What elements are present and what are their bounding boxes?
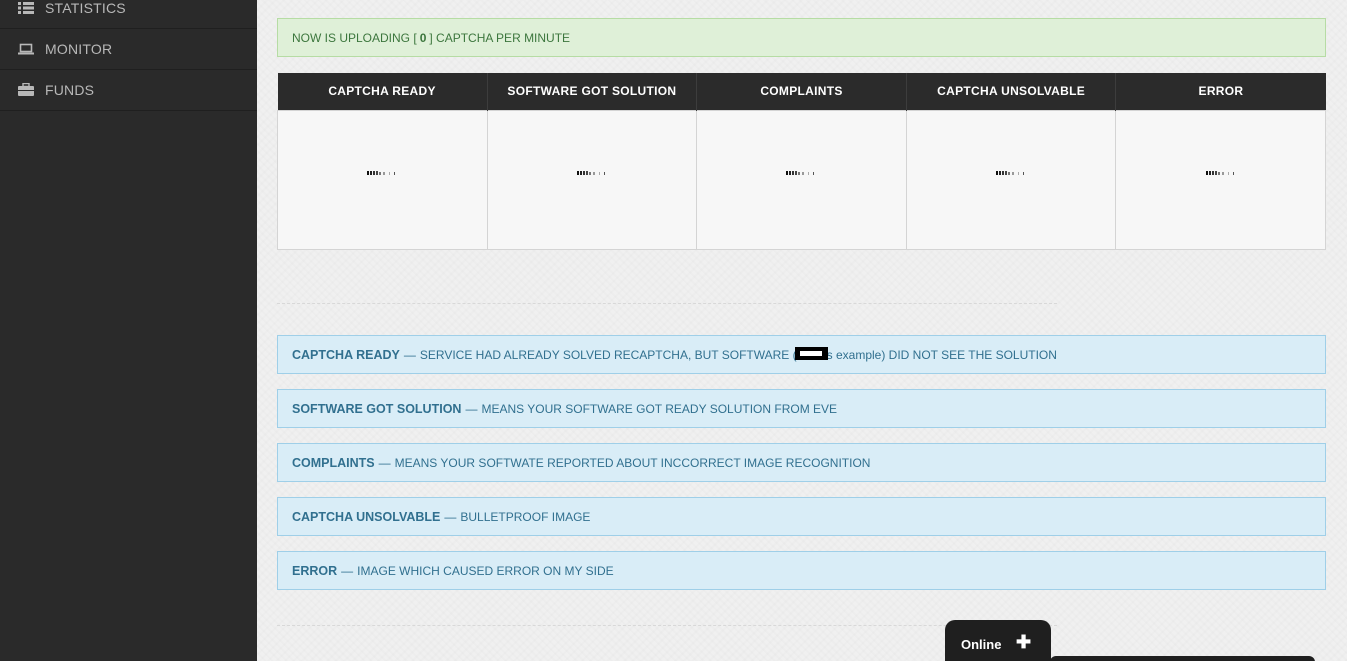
cell-software-got-solution (486, 109, 698, 250)
briefcase-icon (18, 83, 34, 96)
legend-term: CAPTCHA READY (292, 347, 400, 362)
cell-error (1115, 109, 1326, 250)
legend-description: MEANS YOUR SOFTWARE GOT READY SOLUTION F… (481, 401, 838, 416)
column-captcha-unsolvable: CAPTCHA UNSOLVABLE (905, 73, 1116, 110)
chat-status-label: Online (961, 637, 1002, 652)
upload-rate-prefix: NOW IS UPLOADING [ (292, 30, 417, 45)
legend-software-got-solution: SOFTWARE GOT SOLUTION — MEANS YOUR SOFTW… (277, 389, 1326, 428)
sidebar-item-label: FUNDS (45, 82, 95, 98)
stats-table: CAPTCHA READY SOFTWARE GOT SOLUTION COMP… (277, 73, 1326, 250)
main-content: NOW IS UPLOADING [ 0 ] CAPTCHA PER MINUT… (257, 0, 1347, 661)
cell-captcha-unsolvable (905, 109, 1117, 250)
legend-captcha-unsolvable: CAPTCHA UNSOLVABLE — BULLETPROOF IMAGE (277, 497, 1326, 536)
list-icon (18, 2, 34, 14)
legend-captcha-ready: CAPTCHA READY — SERVICE HAD ALREADY SOLV… (277, 335, 1326, 374)
legend-dash: — (378, 455, 391, 470)
legend-dash: — (341, 563, 354, 578)
legend-dash: — (465, 401, 478, 416)
column-complaints: COMPLAINTS (696, 73, 907, 110)
legend-description-end: s example) DID NOT SEE THE SOLUTION (826, 347, 1057, 362)
legend-complaints: COMPLAINTS — MEANS YOUR SOFTWATE REPORTE… (277, 443, 1326, 482)
legend-description: BULLETPROOF IMAGE (460, 509, 591, 524)
legend-term: ERROR (292, 563, 338, 578)
upload-rate-suffix: ] CAPTCHA PER MINUTE (429, 30, 571, 45)
upload-rate-alert: NOW IS UPLOADING [ 0 ] CAPTCHA PER MINUT… (277, 18, 1326, 57)
legend-description: IMAGE WHICH CAUSED ERROR ON MY SIDE (357, 563, 614, 578)
laptop-icon (18, 43, 34, 55)
loading-spinner-icon (367, 170, 396, 175)
loading-spinner-icon (996, 170, 1025, 175)
legend-dash: — (403, 347, 416, 362)
column-captcha-ready: CAPTCHA READY (277, 73, 488, 110)
legend-description: MEANS YOUR SOFTWATE REPORTED ABOUT INCCO… (394, 455, 871, 470)
sidebar-item-label: MONITOR (45, 41, 113, 57)
loading-spinner-icon (786, 170, 815, 175)
sidebar-item-label: STATISTICS (45, 0, 126, 16)
cell-complaints (696, 109, 907, 250)
legend-dash: — (444, 509, 457, 524)
column-software-got-solution: SOFTWARE GOT SOLUTION (486, 73, 697, 110)
section-divider (277, 625, 1057, 626)
chat-bar (1050, 656, 1315, 661)
upload-rate-count: 0 (419, 30, 427, 45)
sidebar-item-funds[interactable]: FUNDS (0, 70, 257, 111)
redaction-box (794, 347, 828, 360)
legend-description: SERVICE HAD ALREADY SOLVED RECAPTCHA, BU… (419, 347, 797, 362)
legend-term: CAPTCHA UNSOLVABLE (292, 509, 441, 524)
cell-captcha-ready (277, 109, 488, 250)
table-header-row: CAPTCHA READY SOFTWARE GOT SOLUTION COMP… (277, 73, 1326, 110)
loading-spinner-icon (1205, 170, 1234, 175)
sidebar-item-monitor[interactable]: MONITOR (0, 29, 257, 70)
legend-error: ERROR — IMAGE WHICH CAUSED ERROR ON MY S… (277, 551, 1326, 590)
section-divider (277, 303, 1057, 304)
column-error: ERROR (1115, 73, 1326, 110)
table-row (277, 109, 1326, 250)
loading-spinner-icon (576, 170, 605, 175)
legend-term: COMPLAINTS (292, 455, 375, 470)
sidebar: STATISTICS MONITOR FUNDS (0, 0, 257, 661)
legend-term: SOFTWARE GOT SOLUTION (292, 401, 462, 416)
sidebar-item-statistics[interactable]: STATISTICS (0, 0, 257, 29)
plus-icon[interactable]: ✚ (1016, 633, 1031, 651)
online-chat-tab[interactable]: Online ✚ (945, 620, 1051, 661)
